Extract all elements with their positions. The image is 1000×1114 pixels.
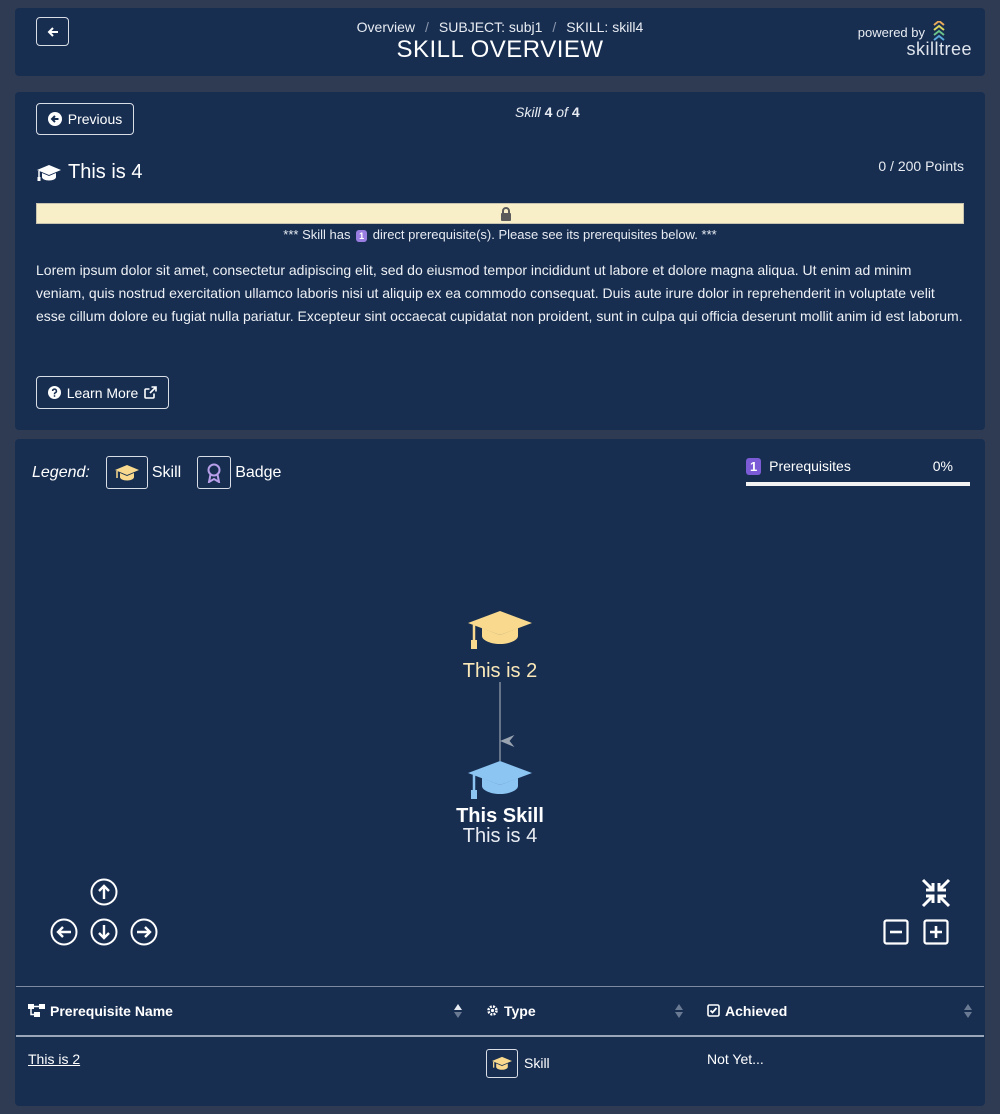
award-icon — [207, 463, 221, 483]
skill-counter-prefix: Skill — [515, 104, 541, 120]
skill-points: 0 / 200 Points — [878, 158, 964, 174]
graduation-cap-icon — [492, 1056, 512, 1070]
graph-pan-down-button[interactable] — [90, 918, 118, 946]
prerequisites-count-badge: 1 — [746, 458, 762, 475]
table-row: This is 2 Skill Not Yet... — [16, 1036, 984, 1106]
breadcrumb-separator: / — [425, 19, 429, 35]
graph-fit-button[interactable] — [921, 878, 951, 908]
graduation-cap-icon — [37, 164, 61, 181]
brand-name: skilltree — [906, 39, 972, 59]
lock-icon — [501, 207, 511, 221]
breadcrumb-subject[interactable]: SUBJECT: subj1 — [439, 19, 542, 35]
skill-name: This is 4 — [68, 161, 143, 183]
type-label: Skill — [524, 1055, 550, 1071]
prerequisites-progress-bar — [746, 482, 970, 486]
breadcrumb: Overview / SUBJECT: subj1 / SKILL: skill… — [15, 19, 985, 35]
prerequisites-summary: 1 Prerequisites 0% — [746, 458, 970, 486]
breadcrumb-separator: / — [552, 19, 557, 35]
cell-type: Skill — [474, 1036, 695, 1106]
column-header-name[interactable]: Prerequisite Name — [16, 986, 474, 1037]
cell-achieved: Not Yet... — [707, 1050, 764, 1067]
legend-skill-swatch — [105, 456, 148, 489]
network-icon — [28, 1004, 45, 1018]
graduation-cap-icon — [114, 464, 139, 480]
sort-icon — [454, 1004, 462, 1018]
page-title: SKILL OVERVIEW — [396, 36, 604, 63]
legend-skill-label: Skill — [151, 463, 182, 481]
sort-icon — [675, 1004, 683, 1018]
graph-pan-right-button[interactable] — [130, 918, 158, 946]
prereq-count-badge: 1 — [356, 229, 368, 242]
legend-badge-label: Badge — [235, 463, 282, 481]
graph-node-title: This Skill — [456, 805, 544, 827]
graph-node-label: This is 4 — [463, 825, 537, 847]
skill-counter-current: 4 — [544, 104, 553, 120]
sort-icon — [964, 1004, 972, 1018]
graph-pan-left-button[interactable] — [50, 918, 78, 946]
check-square-icon — [707, 1004, 720, 1018]
previous-label: Previous — [67, 111, 123, 127]
graph-node-label: This is 2 — [463, 660, 537, 682]
skill-card: Previous Skill 4 of 4 This is 4 0 / 200 … — [15, 92, 985, 430]
external-link-icon — [144, 386, 158, 399]
skill-counter-total: 4 — [571, 104, 580, 120]
prereq-note-after: direct prerequisite(s). Please see its p… — [372, 227, 717, 242]
graph-node-prerequisite[interactable]: This is 2 — [463, 611, 537, 682]
graph-pan-up-button[interactable] — [90, 878, 118, 906]
header-card: Overview / SUBJECT: subj1 / SKILL: skill… — [15, 8, 985, 76]
arrow-circle-left-icon — [47, 112, 62, 126]
cell-prerequisite-name: This is 2 — [16, 1036, 474, 1106]
prerequisites-table: Prerequisite Name Type Achieved This is … — [16, 986, 984, 1106]
learn-more-button[interactable]: Learn More — [36, 376, 169, 409]
legend-label: Legend: — [32, 463, 90, 481]
previous-button[interactable]: Previous — [36, 103, 134, 135]
skill-counter-of: of — [556, 104, 568, 120]
dependency-graph[interactable]: This is 2 This Skill This is 4 — [15, 439, 985, 979]
graduation-cap-icon — [468, 611, 532, 649]
type-swatch — [486, 1048, 518, 1078]
prerequisites-label: Prerequisites — [769, 458, 851, 474]
skill-description: Lorem ipsum dolor sit amet, consectetur … — [36, 262, 963, 324]
breadcrumb-overview[interactable]: Overview — [357, 19, 415, 35]
learn-more-label: Learn More — [66, 384, 139, 401]
column-header-type[interactable]: Type — [474, 986, 695, 1037]
prerequisite-link[interactable]: This is 2 — [28, 1051, 80, 1067]
skill-progress-bar — [36, 203, 964, 224]
column-label: Achieved — [725, 1002, 788, 1019]
gear-icon — [487, 1005, 498, 1016]
prerequisites-percent: 0% — [932, 458, 953, 474]
skill-name-row: This is 4 — [36, 161, 142, 184]
dependencies-card: This is 2 This Skill This is 4 Legend: S… — [15, 439, 985, 1106]
skill-counter: Skill 4 of 4 — [515, 104, 580, 120]
graph-zoom-in-button[interactable] — [923, 919, 949, 945]
graduation-cap-icon — [468, 761, 532, 799]
column-label: Type — [504, 1002, 536, 1019]
graph-node-this-skill[interactable]: This Skill This is 4 — [456, 761, 544, 847]
legend: Legend: Skill Badge — [32, 456, 297, 489]
legend-badge-swatch — [197, 456, 232, 489]
column-header-achieved[interactable]: Achieved — [695, 986, 984, 1037]
prerequisite-note: *** Skill has 1 direct prerequisite(s). … — [15, 227, 985, 242]
question-circle-icon — [47, 386, 61, 399]
column-label: Prerequisite Name — [50, 1002, 173, 1019]
prereq-note-before: *** Skill has — [283, 227, 351, 242]
graph-zoom-out-button[interactable] — [883, 919, 909, 945]
breadcrumb-skill: SKILL: skill4 — [566, 19, 644, 35]
